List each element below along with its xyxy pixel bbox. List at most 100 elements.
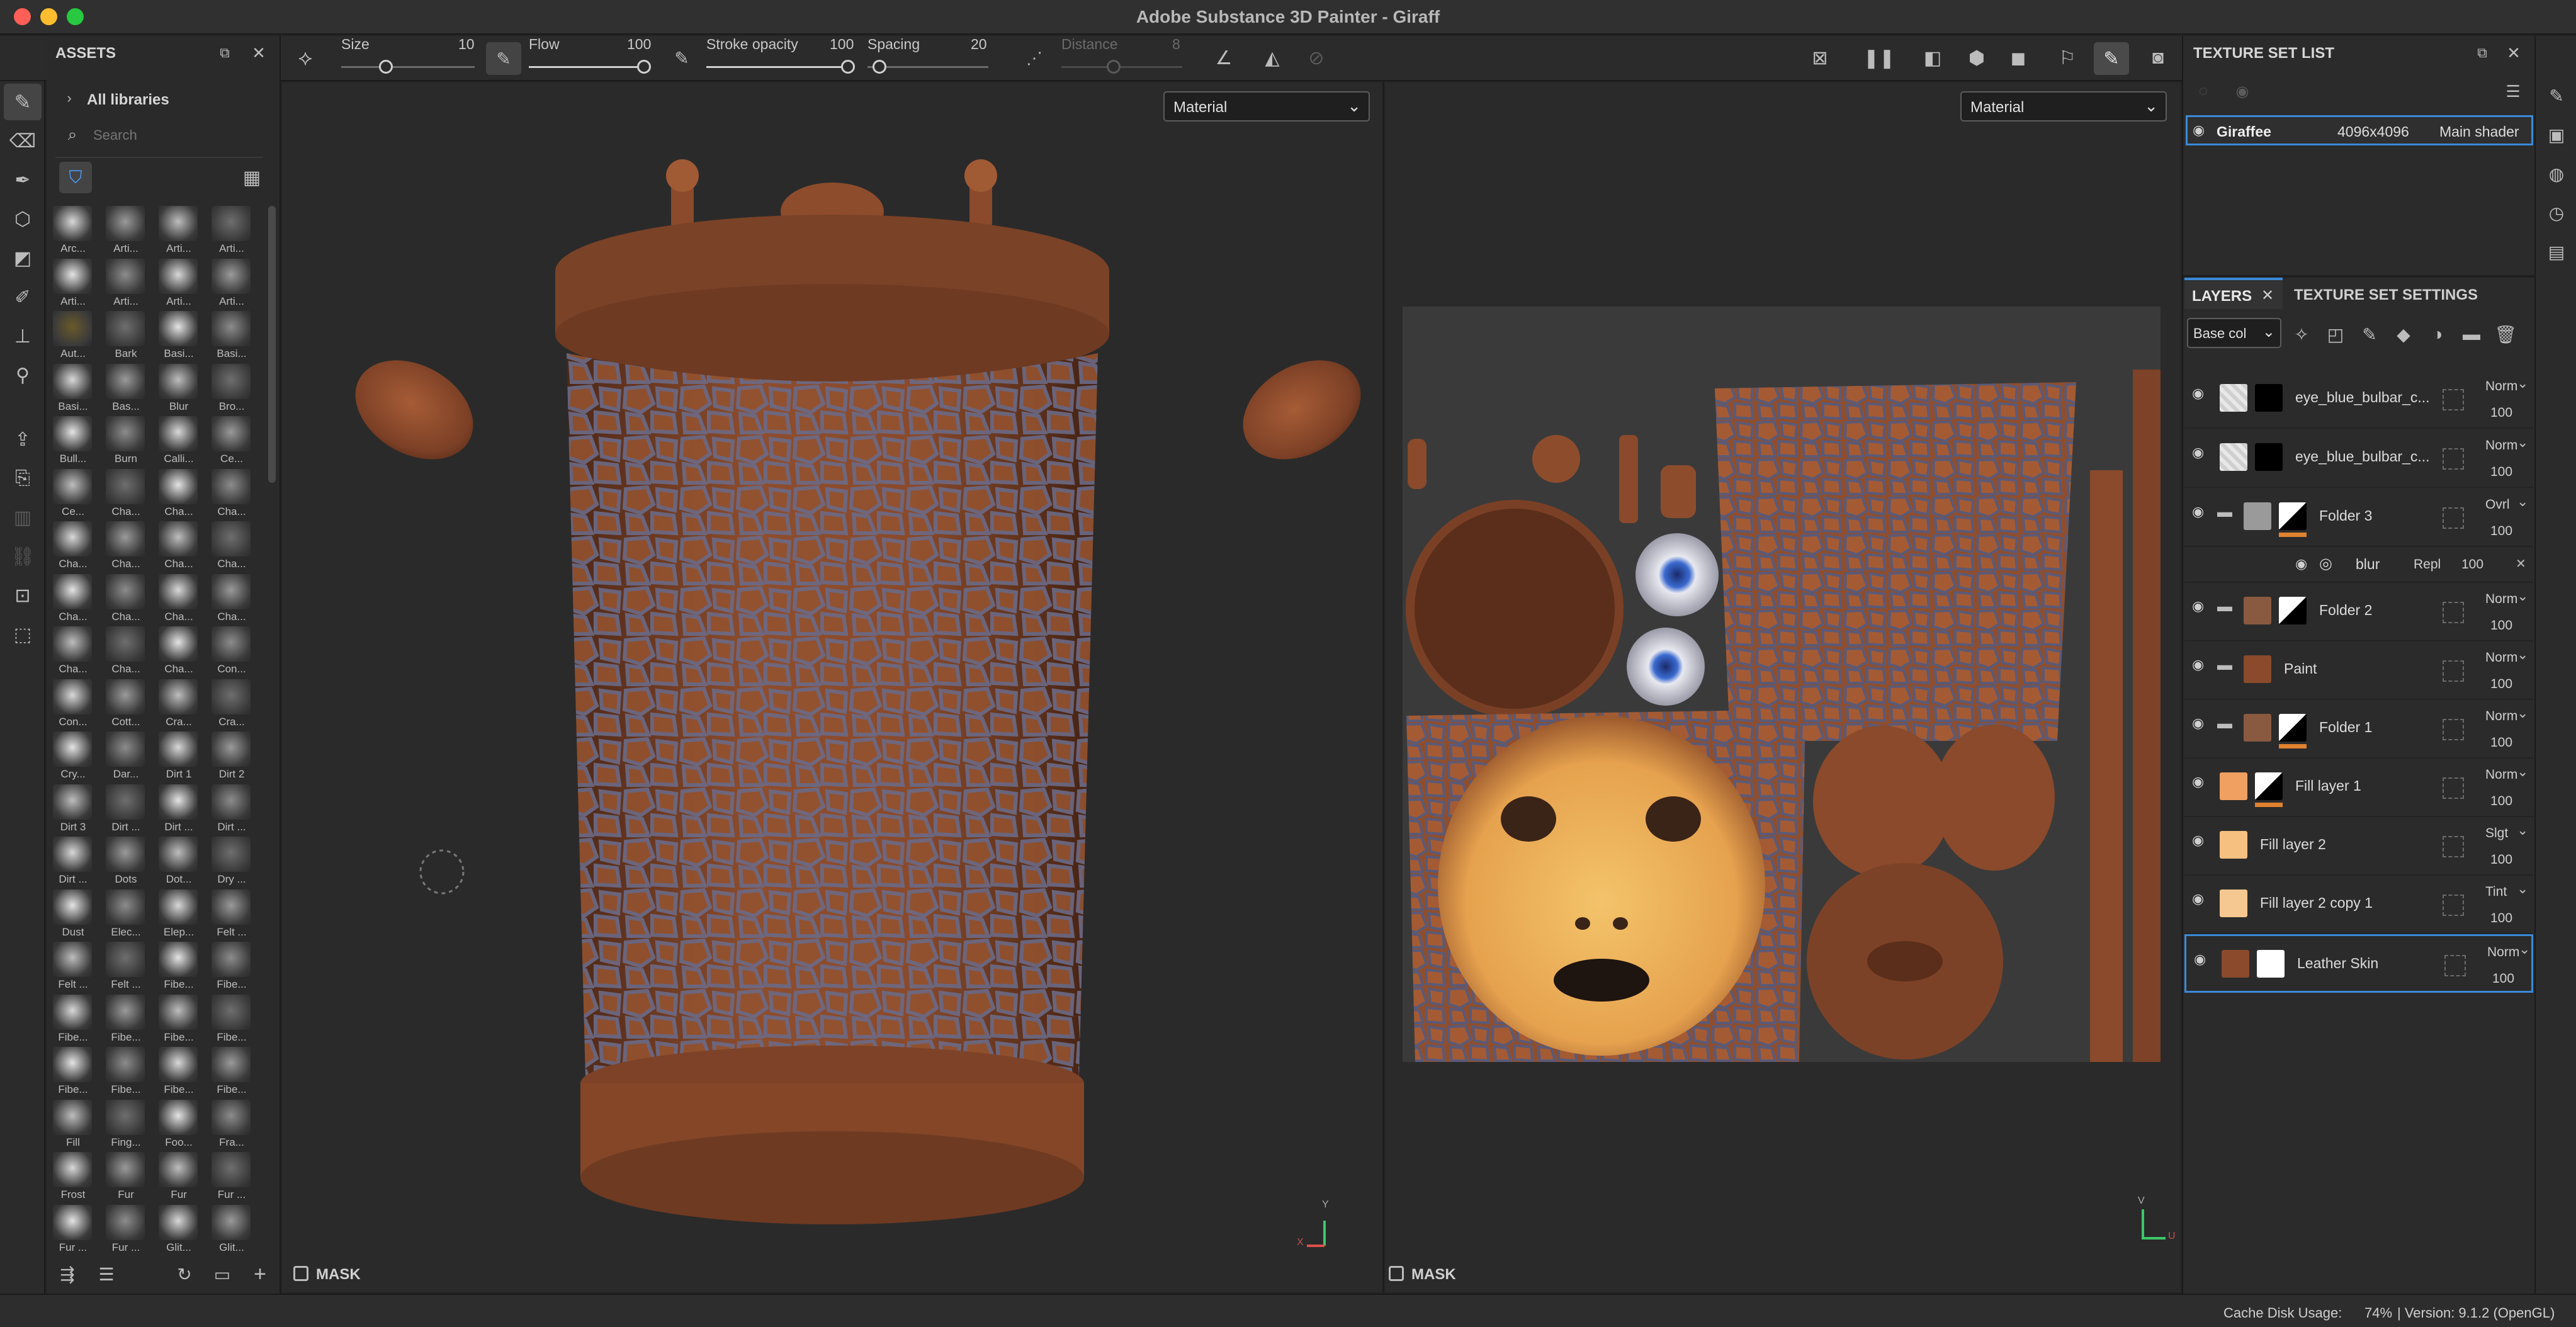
chevron-down-icon[interactable]: ⌄ — [2517, 764, 2528, 780]
spacing-slider-knob[interactable] — [873, 60, 886, 74]
layer-row[interactable]: ◉ ▬ Folder 1 Norm 100 ⌄ — [2184, 700, 2533, 759]
asset-thumb[interactable]: Fibe... — [209, 1047, 254, 1098]
add-asset-icon[interactable]: + — [246, 1260, 274, 1289]
layer-row[interactable]: ◉ Fill layer 2 copy 1 Tint 100 ⌄ — [2184, 876, 2533, 934]
asset-thumb[interactable]: Dirt 2 — [209, 731, 254, 783]
asset-thumb[interactable]: Cha... — [103, 521, 149, 573]
mask-toggle-3d[interactable] — [293, 1266, 308, 1281]
list-view-icon[interactable]: ☰ — [92, 1260, 121, 1289]
clone-stamp-icon[interactable]: ⊥ — [4, 318, 42, 354]
blend-mode[interactable]: Norm — [2485, 650, 2517, 665]
asset-thumb[interactable]: Dirt 1 — [156, 731, 201, 783]
close-tab-icon[interactable]: ✕ — [2261, 286, 2274, 305]
eraser-tool-icon[interactable]: ⌫ — [4, 123, 42, 159]
asset-thumb[interactable]: Fur — [156, 1152, 201, 1204]
eye-icon[interactable]: ◉ — [2192, 715, 2204, 731]
texture-set-row[interactable]: ◉ Giraffee 4096x4096 Main shader — [2186, 115, 2533, 145]
layer-name[interactable]: Folder 2 — [2319, 602, 2372, 619]
layer-opacity[interactable]: 100 — [2490, 911, 2512, 926]
assets-search-input[interactable] — [93, 124, 267, 147]
layer-row[interactable]: ◉ Fill layer 2 Slgt 100 ⌄ — [2184, 817, 2533, 876]
hidden-eye-icon[interactable]: ◌ — [2192, 80, 2215, 103]
asset-thumb[interactable]: Cha... — [103, 626, 149, 678]
add-paint-layer-icon[interactable]: ✎ — [2356, 320, 2383, 348]
close-panel-icon[interactable]: ✕ — [2503, 42, 2524, 64]
size-slider[interactable] — [341, 66, 475, 68]
blend-mode[interactable]: Norm — [2485, 767, 2517, 782]
distance-value[interactable]: 8 — [1172, 36, 1180, 53]
camera-icon[interactable]: ◼ — [1999, 43, 2037, 72]
blend-channel-box[interactable] — [2443, 836, 2464, 857]
shader-settings-icon[interactable]: ◍ — [2542, 159, 2571, 188]
hide-ui-icon[interactable]: ⊠ — [1804, 43, 1836, 72]
display-settings-icon[interactable]: ▣ — [2542, 120, 2571, 149]
new-folder-icon[interactable]: ▭ — [208, 1260, 237, 1289]
add-smart-material-icon[interactable]: ◑ — [2424, 320, 2451, 348]
eye-icon[interactable]: ◉ — [2192, 774, 2204, 790]
asset-thumb[interactable]: Arti... — [50, 258, 96, 310]
asset-thumb[interactable]: Cha... — [156, 626, 201, 678]
asset-thumb[interactable]: Dar... — [103, 731, 149, 783]
asset-thumb[interactable]: Fill — [50, 1099, 96, 1151]
layer-name[interactable]: Folder 3 — [2319, 507, 2372, 524]
flow-slider-knob[interactable] — [637, 60, 651, 74]
viewport-split-icon[interactable]: ◧ — [1914, 43, 1952, 72]
blend-channel-box[interactable] — [2443, 777, 2464, 799]
asset-thumb[interactable]: Cha... — [50, 573, 96, 626]
layer-thumbnail[interactable] — [2220, 443, 2247, 471]
mask-toggle-2d[interactable] — [1389, 1266, 1404, 1281]
layer-thumbnail[interactable] — [2244, 597, 2271, 624]
add-fill-layer-icon[interactable]: ◆ — [2390, 320, 2417, 348]
asset-thumb[interactable]: Fibe... — [103, 994, 149, 1046]
layer-opacity[interactable]: 100 — [2490, 524, 2512, 539]
asset-thumb[interactable]: Arti... — [209, 206, 254, 257]
asset-thumb[interactable]: Arti... — [209, 258, 254, 310]
refresh-icon[interactable]: ↻ — [170, 1260, 199, 1289]
eye-icon[interactable]: ◉ — [2193, 122, 2205, 138]
camera-orientation-icon[interactable]: ⊘ — [1301, 43, 1332, 72]
blend-mode[interactable]: Norm — [2485, 709, 2517, 724]
asset-thumb[interactable]: Bark — [103, 311, 149, 363]
layer-thumbnail[interactable] — [2244, 655, 2271, 683]
viewport-2d-mode-dropdown[interactable]: Material ⌄ — [1960, 91, 2167, 121]
asset-thumb[interactable]: Felt ... — [103, 942, 149, 993]
mask-thumbnail[interactable] — [2257, 950, 2285, 978]
asset-thumb[interactable]: Fibe... — [209, 994, 254, 1046]
layer-opacity[interactable]: 100 — [2490, 618, 2512, 633]
asset-thumb[interactable]: Fur ... — [209, 1152, 254, 1204]
layer-thumbnail[interactable] — [2244, 714, 2271, 742]
layer-name[interactable]: Fill layer 1 — [2295, 777, 2361, 794]
layer-opacity[interactable]: 100 — [2490, 852, 2512, 867]
chevron-down-icon[interactable]: ⌄ — [2517, 822, 2528, 839]
layer-thumbnail[interactable] — [2220, 384, 2247, 412]
display-cube-icon[interactable]: ⬢ — [1959, 43, 1994, 72]
brush-stroke-mode-icon[interactable]: ⟡ — [291, 43, 320, 72]
layer-thumbnail[interactable] — [2222, 950, 2249, 978]
asset-thumb[interactable]: Cha... — [209, 468, 254, 521]
history-icon[interactable]: ◷ — [2542, 198, 2571, 227]
grid-view-icon[interactable]: ▦ — [235, 162, 268, 193]
asset-thumb[interactable]: Cry... — [50, 731, 96, 783]
size-slider-knob[interactable] — [379, 60, 393, 74]
blend-mode[interactable]: Norm — [2487, 945, 2519, 960]
effect-row[interactable]: ◉ ◎ blur Repl 100 ✕ — [2184, 547, 2533, 583]
layer-opacity[interactable]: 100 — [2490, 794, 2512, 809]
eye-icon[interactable]: ◉ — [2192, 504, 2204, 520]
layer-name[interactable]: Leather Skin — [2297, 955, 2378, 972]
asset-thumb[interactable]: Bull... — [50, 416, 96, 468]
folder-icon[interactable]: ▬ — [2217, 598, 2232, 616]
viewport-2d[interactable]: Material ⌄ U V MASK — [1385, 82, 2181, 1292]
folder-icon[interactable]: ▬ — [2217, 657, 2232, 674]
eye-icon[interactable]: ◉ — [2192, 657, 2204, 673]
mask-thumbnail[interactable] — [2255, 443, 2283, 471]
save-preset-icon[interactable]: ⊡ — [4, 577, 42, 614]
blend-mode[interactable]: Repl — [2414, 557, 2441, 572]
layer-name[interactable]: Fill layer 2 — [2260, 836, 2326, 853]
close-panel-icon[interactable]: ✕ — [248, 42, 269, 64]
asset-thumb[interactable]: Cha... — [50, 521, 96, 573]
folder-icon[interactable]: ▬ — [2217, 504, 2232, 521]
show-all-eye-icon[interactable]: ◉ — [2231, 80, 2254, 103]
asset-thumb[interactable]: Ce... — [209, 416, 254, 468]
asset-thumb[interactable]: Cra... — [156, 679, 201, 731]
angle-jitter-icon[interactable]: ∠ — [1207, 43, 1240, 72]
